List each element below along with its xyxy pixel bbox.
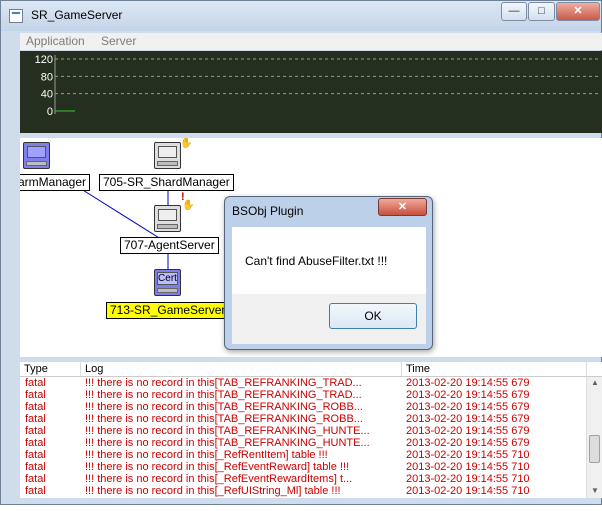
dialog-title: BSObj Plugin [232, 204, 304, 218]
dialog-message: Can't find AbuseFilter.txt !!! [245, 254, 388, 268]
minimize-button[interactable]: — [501, 2, 527, 21]
cert-label: Cert [157, 272, 178, 285]
chart-plot: 120 80 40 0 [35, 54, 600, 118]
log-row[interactable]: fatal!!! there is no record in this[_Ref… [20, 449, 586, 461]
column-time-header[interactable]: Time [402, 362, 587, 376]
hand-icon: ✋ [180, 138, 193, 149]
bsobj-plugin-dialog: BSObj Plugin ✕ Can't find AbuseFilter.tx… [224, 196, 433, 350]
log-header: Type Log Time [20, 362, 602, 377]
log-rows: fatal!!! there is no record in this[TAB_… [20, 377, 586, 497]
maximize-button[interactable]: □ [528, 2, 555, 21]
chart-tick-label-40: 40 [41, 89, 53, 101]
log-row[interactable]: fatal!!! there is no record in this[_Ref… [20, 485, 586, 497]
agent-server-label[interactable]: 707-AgentServer [120, 237, 219, 254]
log-panel: Type Log Time fatal!!! there is no recor… [20, 362, 602, 498]
agent-server-computer-icon[interactable] [154, 205, 181, 232]
shard-manager-label[interactable]: 705-SR_ShardManager [99, 174, 234, 191]
scroll-up-icon[interactable]: ▲ [590, 379, 600, 387]
menu-server[interactable]: Server [101, 34, 136, 48]
scroll-down-icon[interactable]: ▼ [590, 487, 600, 495]
close-button[interactable]: ✕ [556, 2, 600, 21]
certificate-icon[interactable]: Cert [154, 269, 181, 296]
menu-application[interactable]: Application [26, 34, 85, 48]
hand-icon: ✋ [182, 200, 195, 211]
chart-tick-label-0: 0 [47, 106, 53, 118]
log-row[interactable]: fatal!!! there is no record in this[_Ref… [20, 473, 586, 485]
farm-manager-computer-icon[interactable] [23, 142, 50, 169]
dialog-close-button[interactable]: ✕ [378, 198, 427, 216]
dialog-body: Can't find AbuseFilter.txt !!! [232, 227, 426, 294]
log-row[interactable]: fatal!!! there is no record in this[TAB_… [20, 425, 586, 437]
game-server-label[interactable]: 713-SR_GameServer [106, 302, 230, 319]
log-row[interactable]: fatal!!! there is no record in this[TAB_… [20, 377, 586, 389]
log-row[interactable]: fatal!!! there is no record in this[TAB_… [20, 437, 586, 449]
ok-button[interactable]: OK [329, 303, 417, 329]
column-type-header[interactable]: Type [20, 362, 81, 376]
chart-tick-label-80: 80 [41, 71, 53, 83]
log-row[interactable]: fatal!!! there is no record in this[_Ref… [20, 461, 586, 473]
column-log-header[interactable]: Log [81, 362, 402, 376]
main-window: SR_GameServer — □ ✕ Application Server 1… [0, 0, 602, 505]
app-icon[interactable] [9, 9, 23, 23]
menu-bar: Application Server [20, 33, 602, 50]
window-title: SR_GameServer [31, 8, 123, 22]
log-row[interactable]: fatal!!! there is no record in this[TAB_… [20, 401, 586, 413]
scroll-thumb[interactable] [589, 435, 600, 463]
log-row[interactable]: fatal!!! there is no record in this[TAB_… [20, 389, 586, 401]
title-bar[interactable]: SR_GameServer — □ ✕ [1, 1, 601, 31]
performance-chart: 120 80 40 0 [20, 51, 602, 133]
log-scrollbar[interactable]: ▲ ▼ [586, 377, 602, 498]
shard-manager-computer-icon[interactable] [154, 142, 181, 169]
chart-tick-label-120: 120 [35, 54, 53, 66]
log-row[interactable]: fatal!!! there is no record in this[TAB_… [20, 413, 586, 425]
farm-manager-label[interactable]: armManager [20, 174, 91, 191]
dialog-footer: OK [232, 294, 426, 344]
